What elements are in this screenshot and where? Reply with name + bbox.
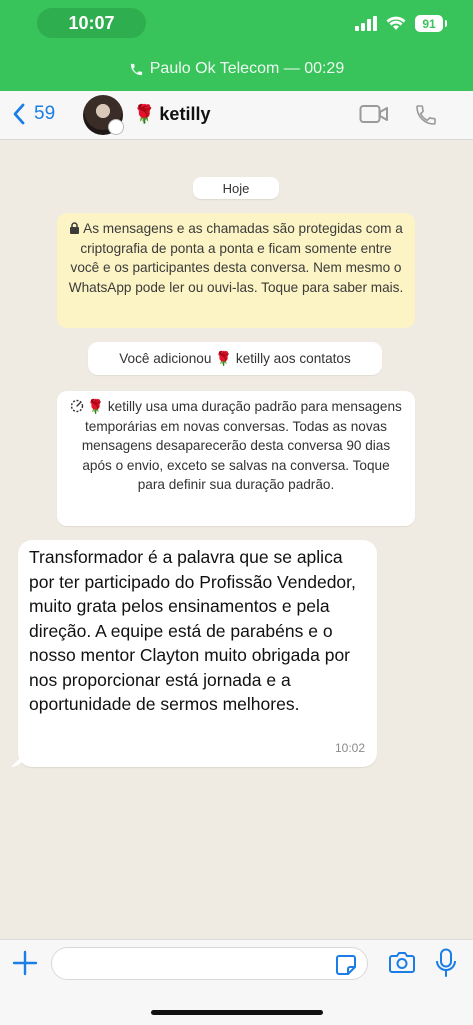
wifi-icon xyxy=(386,16,406,30)
status-time: 10:07 xyxy=(37,8,146,38)
unread-count: 59 xyxy=(34,103,56,124)
video-call-icon[interactable] xyxy=(359,103,389,125)
sticker-icon[interactable] xyxy=(335,954,357,976)
disappearing-messages-text: 🌹 ketilly usa uma duração padrão para me… xyxy=(81,399,402,492)
back-button[interactable]: 59 xyxy=(12,103,55,125)
ongoing-call-banner[interactable]: Paulo Ok Telecom — 00:29 xyxy=(0,60,473,78)
message-text: Transformador é a palavra que se aplica … xyxy=(29,547,356,714)
timer-icon xyxy=(70,399,84,413)
attach-plus-button[interactable] xyxy=(12,950,38,982)
call-banner-text: Paulo Ok Telecom — 00:29 xyxy=(149,60,345,77)
chat-header: 59 🌹 ketilly xyxy=(0,91,473,140)
signal-icon xyxy=(355,16,377,31)
system-icons: 91 xyxy=(355,15,447,32)
date-separator: Hoje xyxy=(193,177,279,199)
disappearing-messages-notice[interactable]: 🌹 ketilly usa uma duração padrão para me… xyxy=(57,391,415,526)
chevron-left-icon xyxy=(13,103,25,125)
camera-icon[interactable] xyxy=(389,951,415,973)
encryption-notice[interactable]: As mensagens e as chamadas são protegida… xyxy=(57,213,415,328)
microphone-icon[interactable] xyxy=(435,948,457,978)
contact-name-text: ketilly xyxy=(159,104,211,124)
contact-name[interactable]: 🌹 ketilly xyxy=(133,104,210,125)
disappearing-timer-badge xyxy=(108,119,124,135)
phone-icon xyxy=(130,63,142,75)
voice-call-icon[interactable] xyxy=(414,103,438,127)
rose-emoji: 🌹 xyxy=(133,104,156,124)
message-input[interactable] xyxy=(51,947,368,980)
message-composer xyxy=(0,939,473,1025)
message-time: 10:02 xyxy=(334,740,365,755)
home-indicator xyxy=(151,1010,323,1015)
plus-icon xyxy=(12,950,38,976)
encryption-notice-text: As mensagens e as chamadas são protegida… xyxy=(68,221,404,295)
battery-indicator: 91 xyxy=(415,15,447,32)
status-bar: 10:07 91 Paulo Ok Telecom — 00:29 xyxy=(0,0,473,91)
chat-area[interactable]: Hoje As mensagens e as chamadas são prot… xyxy=(0,140,473,940)
incoming-message[interactable]: Transformador é a palavra que se aplica … xyxy=(18,540,377,767)
contact-added-notice: Você adicionou 🌹 ketilly aos contatos xyxy=(88,342,382,375)
lock-icon xyxy=(70,222,80,234)
